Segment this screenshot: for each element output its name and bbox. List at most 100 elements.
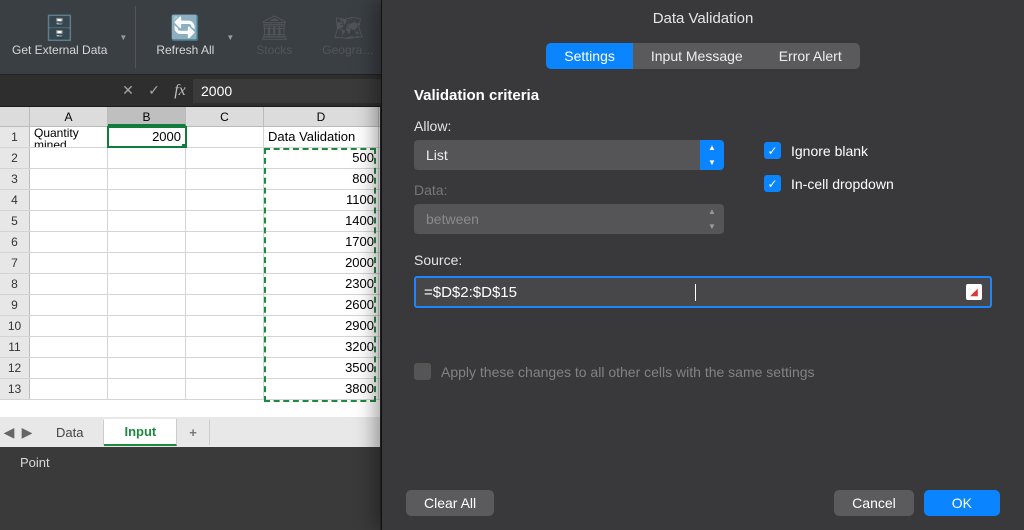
- cell-D[interactable]: 3200: [264, 337, 379, 357]
- col-header-A[interactable]: A: [30, 107, 108, 126]
- ok-button[interactable]: OK: [924, 490, 1000, 516]
- cell-D[interactable]: 500: [264, 148, 379, 168]
- cell[interactable]: [108, 337, 186, 357]
- cell[interactable]: [30, 169, 108, 189]
- get-external-data-button[interactable]: 🗄️ Get External Data: [0, 0, 119, 74]
- cell[interactable]: [186, 253, 264, 273]
- cell[interactable]: [186, 337, 264, 357]
- fx-icon[interactable]: fx: [167, 82, 193, 100]
- cell-D[interactable]: 1400: [264, 211, 379, 231]
- cell[interactable]: [108, 274, 186, 294]
- sheet-tab-input[interactable]: Input: [104, 419, 177, 446]
- cancel-edit-icon[interactable]: ✕: [115, 82, 141, 99]
- cell[interactable]: [186, 295, 264, 315]
- cell[interactable]: [108, 316, 186, 336]
- cell-D[interactable]: 2000: [264, 253, 379, 273]
- row-header[interactable]: 1: [0, 127, 30, 147]
- tab-nav-prev[interactable]: ◀: [0, 424, 18, 441]
- cell[interactable]: [108, 211, 186, 231]
- cell-D[interactable]: 1700: [264, 232, 379, 252]
- allow-select[interactable]: List ▲▼: [414, 140, 724, 170]
- cell-A1[interactable]: Quantity mined: [30, 127, 108, 147]
- cell[interactable]: [108, 358, 186, 378]
- cell-D[interactable]: 3800: [264, 379, 379, 399]
- tab-error-alert[interactable]: Error Alert: [761, 43, 860, 69]
- confirm-edit-icon[interactable]: ✓: [141, 82, 167, 99]
- cell[interactable]: [186, 316, 264, 336]
- cell-D[interactable]: 2600: [264, 295, 379, 315]
- cell-D[interactable]: 1100: [264, 190, 379, 210]
- sheet-tab-data[interactable]: Data: [36, 420, 104, 445]
- row-header[interactable]: 8: [0, 274, 30, 294]
- clear-all-button[interactable]: Clear All: [406, 490, 494, 516]
- add-sheet-button[interactable]: +: [177, 420, 210, 445]
- stocks-button[interactable]: 🏛 Stocks: [244, 12, 304, 62]
- spreadsheet-grid[interactable]: A B C D 1 Quantity mined 2000 Data Valid…: [0, 107, 380, 417]
- col-header-C[interactable]: C: [186, 107, 264, 126]
- cell[interactable]: [186, 232, 264, 252]
- cell[interactable]: [108, 295, 186, 315]
- cell[interactable]: [108, 253, 186, 273]
- tab-settings[interactable]: Settings: [546, 43, 633, 69]
- row-header[interactable]: 4: [0, 190, 30, 210]
- cell-D1[interactable]: Data Validation: [264, 127, 379, 147]
- incell-dropdown-checkbox[interactable]: ✓ In-cell dropdown: [764, 175, 894, 192]
- row-header[interactable]: 2: [0, 148, 30, 168]
- cell[interactable]: [30, 232, 108, 252]
- row-header[interactable]: 3: [0, 169, 30, 189]
- cell[interactable]: [30, 358, 108, 378]
- cell[interactable]: [186, 169, 264, 189]
- cell[interactable]: [186, 148, 264, 168]
- cell[interactable]: [186, 358, 264, 378]
- cell[interactable]: [186, 190, 264, 210]
- geography-button[interactable]: 🗺 Geogra…: [310, 12, 386, 62]
- cell[interactable]: [30, 379, 108, 399]
- cell-C1[interactable]: [186, 127, 264, 147]
- row-header[interactable]: 6: [0, 232, 30, 252]
- cell-D[interactable]: 2900: [264, 316, 379, 336]
- source-input[interactable]: [424, 284, 694, 301]
- col-header-B[interactable]: B: [108, 107, 186, 126]
- chevron-down-icon[interactable]: ▼: [119, 33, 127, 42]
- row-header[interactable]: 12: [0, 358, 30, 378]
- allow-label: Allow:: [414, 118, 724, 134]
- col-header-D[interactable]: D: [264, 107, 379, 126]
- cell[interactable]: [30, 274, 108, 294]
- cell[interactable]: [108, 190, 186, 210]
- cell[interactable]: [108, 379, 186, 399]
- row-header[interactable]: 9: [0, 295, 30, 315]
- cell[interactable]: [30, 148, 108, 168]
- cell[interactable]: [108, 169, 186, 189]
- cell[interactable]: [30, 337, 108, 357]
- select-all-corner[interactable]: [0, 107, 30, 126]
- tab-input-message[interactable]: Input Message: [633, 43, 761, 69]
- source-input-wrapper[interactable]: ◢: [414, 276, 992, 308]
- row-header[interactable]: 7: [0, 253, 30, 273]
- cell[interactable]: [30, 190, 108, 210]
- range-picker-icon[interactable]: ◢: [966, 284, 982, 300]
- row-header[interactable]: 10: [0, 316, 30, 336]
- cell[interactable]: [186, 379, 264, 399]
- cell[interactable]: [108, 232, 186, 252]
- cell[interactable]: [30, 253, 108, 273]
- checkbox-unchecked-icon[interactable]: ✓: [414, 363, 431, 380]
- chevron-down-icon[interactable]: ▼: [226, 33, 234, 42]
- row-header[interactable]: 11: [0, 337, 30, 357]
- cell-B1[interactable]: 2000: [108, 127, 186, 147]
- cell-D[interactable]: 3500: [264, 358, 379, 378]
- refresh-all-button[interactable]: 🔄 Refresh All: [144, 0, 226, 74]
- cell[interactable]: [30, 316, 108, 336]
- row-header[interactable]: 5: [0, 211, 30, 231]
- allow-value: List: [426, 147, 448, 163]
- row-header[interactable]: 13: [0, 379, 30, 399]
- cell[interactable]: [30, 211, 108, 231]
- cell[interactable]: [108, 148, 186, 168]
- ignore-blank-checkbox[interactable]: ✓ Ignore blank: [764, 142, 894, 159]
- cell-D[interactable]: 800: [264, 169, 379, 189]
- cell[interactable]: [186, 274, 264, 294]
- cell[interactable]: [30, 295, 108, 315]
- cell-D[interactable]: 2300: [264, 274, 379, 294]
- cell[interactable]: [186, 211, 264, 231]
- cancel-button[interactable]: Cancel: [834, 490, 914, 516]
- tab-nav-next[interactable]: ▶: [18, 424, 36, 441]
